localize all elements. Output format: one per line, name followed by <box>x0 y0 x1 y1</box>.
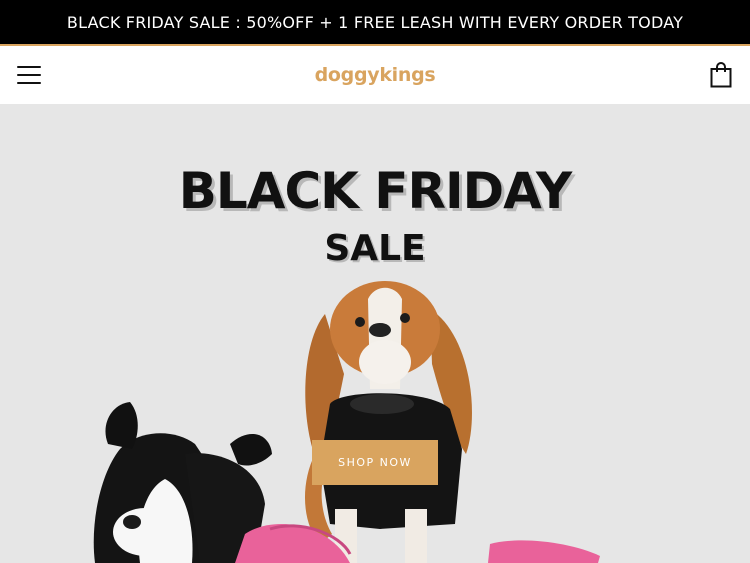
shop-now-button[interactable]: SHOP NOW <box>312 440 438 485</box>
hero-title: BLACK FRIDAY <box>178 162 572 220</box>
cavalier-dog <box>304 281 472 563</box>
hero-banner: BLACK FRIDAY SALE SHOP NOW <box>0 104 750 563</box>
logo[interactable]: doggykings <box>315 64 436 86</box>
shopping-bag-icon[interactable] <box>708 61 734 89</box>
hero-subtitle: SALE <box>324 228 426 269</box>
announcement-bar: BLACK FRIDAY SALE : 50%OFF + 1 FREE LEAS… <box>0 0 750 46</box>
announcement-text: BLACK FRIDAY SALE : 50%OFF + 1 FREE LEAS… <box>66 12 684 32</box>
hamburger-menu-icon[interactable] <box>17 63 41 87</box>
site-header: doggykings <box>0 46 750 104</box>
